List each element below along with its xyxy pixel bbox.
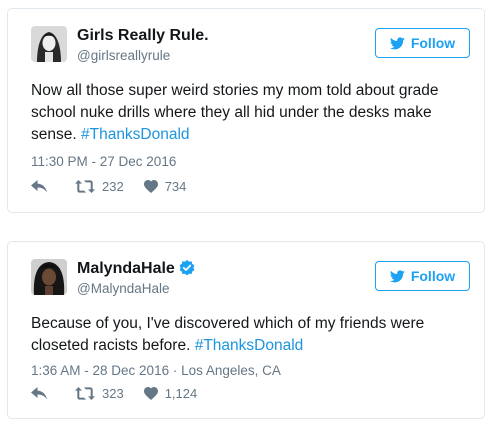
tweet-actions: 323 1,124: [31, 386, 197, 401]
verified-badge-icon: [179, 260, 195, 276]
twitter-bird-icon: [389, 269, 405, 282]
display-name-text: MalyndaHale: [77, 260, 175, 277]
like-button[interactable]: 1,124: [143, 386, 198, 401]
reply-button[interactable]: [31, 387, 47, 400]
follow-button[interactable]: Follow: [375, 28, 470, 58]
like-button[interactable]: 734: [143, 179, 187, 194]
tweet-card: MalyndaHale @MalyndaHale Follow Because …: [7, 241, 485, 419]
heart-icon: [143, 180, 158, 193]
retweet-button[interactable]: 232: [75, 179, 124, 194]
tweet-card: Girls Really Rule. @girlsreallyrule Foll…: [7, 8, 485, 213]
tweet-embeds-page: Girls Really Rule. @girlsreallyrule Foll…: [0, 0, 500, 425]
avatar[interactable]: [31, 26, 67, 62]
follow-button[interactable]: Follow: [375, 261, 470, 291]
retweet-count: 232: [102, 179, 124, 194]
retweet-count: 323: [102, 386, 124, 401]
tweet-actions: 232 734: [31, 179, 186, 194]
hashtag-link[interactable]: #ThanksDonald: [81, 126, 190, 143]
tweet-timestamp[interactable]: 1:36 AM - 28 Dec 2016 · Los Angeles, CA: [31, 363, 281, 378]
display-name-text: Girls Really Rule.: [77, 27, 209, 44]
twitter-bird-icon: [389, 36, 405, 49]
retweet-button[interactable]: 323: [75, 386, 124, 401]
like-count: 734: [164, 179, 187, 194]
tweet-text: Because of you, I've discovered which of…: [31, 313, 471, 357]
display-name[interactable]: Girls Really Rule.: [77, 26, 209, 46]
reply-button[interactable]: [31, 180, 47, 193]
tweet-text: Now all those super weird stories my mom…: [31, 80, 471, 146]
retweet-icon: [75, 180, 95, 193]
retweet-icon: [75, 387, 95, 400]
avatar[interactable]: [31, 259, 67, 295]
reply-icon: [31, 180, 47, 193]
reply-icon: [31, 387, 47, 400]
tweet-timestamp[interactable]: 11:30 PM - 27 Dec 2016: [31, 154, 176, 169]
hashtag-link[interactable]: #ThanksDonald: [195, 337, 304, 354]
user-handle[interactable]: @MalyndaHale: [77, 280, 170, 297]
user-handle[interactable]: @girlsreallyrule: [77, 47, 170, 64]
follow-label: Follow: [410, 268, 456, 284]
heart-icon: [143, 387, 158, 400]
follow-label: Follow: [410, 35, 456, 51]
display-name[interactable]: MalyndaHale: [77, 259, 195, 279]
like-count: 1,124: [164, 386, 198, 401]
